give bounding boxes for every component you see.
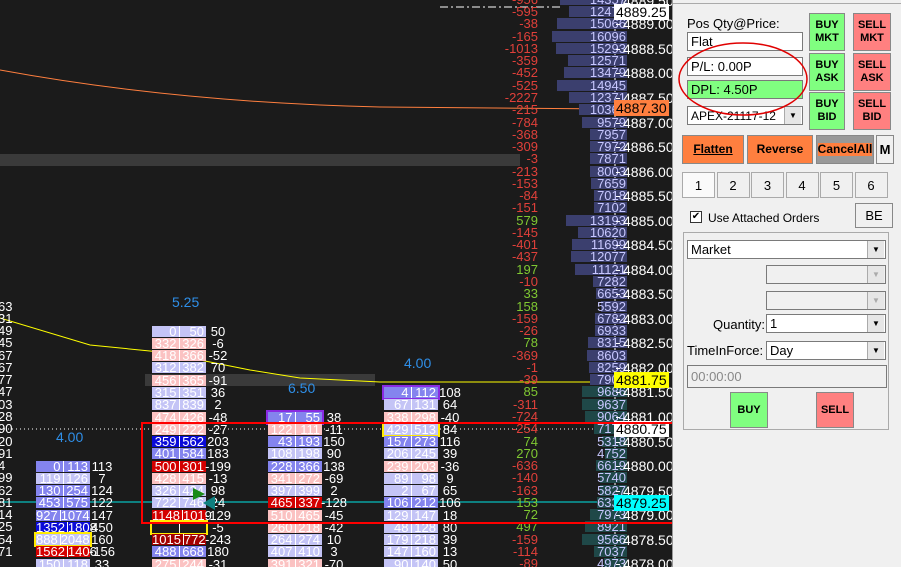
reverse-button[interactable]: Reverse (747, 135, 813, 164)
qty-tab-6[interactable]: 6 (854, 172, 888, 198)
order-panel: Pos Qty@Price: Flat P/L: 0.00P DPL: 4.50… (672, 0, 901, 567)
pos-label: Pos Qty@Price: (687, 16, 780, 31)
sell-mkt-button[interactable]: SELL MKT (853, 13, 891, 51)
order-type-value: Market (691, 242, 731, 257)
annotations (141, 422, 672, 524)
sell-bid-button[interactable]: SELL BID (853, 92, 891, 130)
disabled-select: ▼ (766, 265, 886, 284)
tif-value: Day (770, 343, 794, 358)
buy-button[interactable]: BUY (730, 392, 768, 428)
chevron-down-icon[interactable]: ▼ (867, 342, 884, 359)
sell-button[interactable]: SELL (816, 392, 854, 428)
quantity-select[interactable]: 1 ▼ (766, 314, 886, 333)
teal-arrow-icon (203, 496, 215, 510)
time-field[interactable]: 00:00:00 (687, 365, 887, 388)
chevron-down-icon: ▼ (867, 292, 884, 309)
qty-tab-5[interactable]: 5 (820, 172, 853, 198)
quantity-value: 1 (770, 316, 778, 331)
chevron-down-icon[interactable]: ▼ (867, 315, 884, 332)
highlight-rectangle (141, 422, 672, 524)
green-arrow-icon (193, 488, 205, 500)
qty-tab-2[interactable]: 2 (716, 172, 750, 198)
panel-tabs[interactable] (673, 0, 901, 4)
footprint-chart[interactable]: -95614357-59512478-3815066-16516096-1013… (0, 0, 672, 567)
qty-tab-3[interactable]: 3 (751, 172, 784, 198)
red-ellipse-annotation (678, 42, 808, 116)
flatten-button[interactable]: Flatten (682, 135, 744, 164)
use-attached-checkbox[interactable]: ✔ (690, 211, 702, 223)
m-button[interactable]: M (876, 135, 894, 164)
chevron-down-icon[interactable]: ▼ (867, 241, 884, 258)
disabled-select: ▼ (766, 291, 886, 310)
qty-tab-4[interactable]: 4 (785, 172, 819, 198)
qty-tab-1[interactable]: 1 (682, 172, 715, 198)
chevron-down-icon: ▼ (867, 266, 884, 283)
tif-select[interactable]: Day ▼ (766, 341, 886, 360)
sell-ask-button[interactable]: SELL ASK (853, 53, 891, 91)
use-attached-label: Use Attached Orders (708, 211, 820, 225)
tif-label: TimeInForce: (687, 343, 764, 358)
cancel-all-button[interactable]: CancelAll (816, 135, 874, 164)
quantity-label: Quantity: (713, 317, 766, 332)
cancel-all-label: CancelAll (817, 142, 873, 156)
order-type-select[interactable]: Market ▼ (687, 240, 886, 259)
be-button[interactable]: BE (855, 203, 893, 228)
